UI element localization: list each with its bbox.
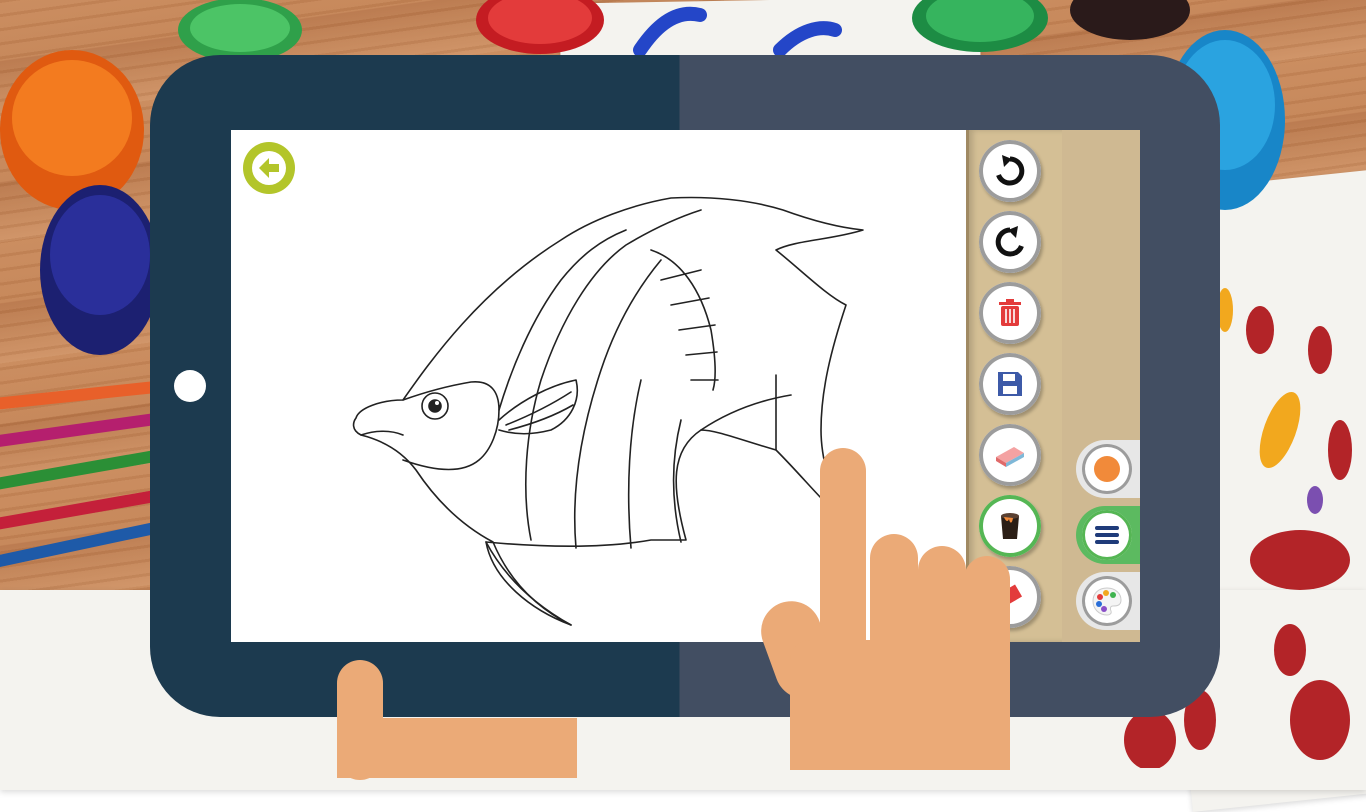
palette-circle bbox=[1082, 576, 1132, 626]
arrow-left-icon bbox=[252, 151, 286, 185]
redo-button[interactable] bbox=[979, 211, 1041, 273]
redo-icon bbox=[995, 226, 1024, 257]
back-button[interactable] bbox=[243, 142, 295, 194]
palette-icon bbox=[1092, 587, 1122, 616]
current-color-tab[interactable] bbox=[1076, 440, 1140, 498]
undo-icon bbox=[996, 155, 1025, 186]
hamburger-menu-icon bbox=[1095, 526, 1119, 544]
palette-tab[interactable] bbox=[1076, 572, 1140, 630]
menu-tab[interactable] bbox=[1076, 506, 1140, 564]
eraser-button[interactable] bbox=[979, 424, 1041, 486]
current-color-swatch bbox=[1082, 444, 1132, 494]
background-scene bbox=[0, 0, 1366, 812]
delete-button[interactable] bbox=[979, 282, 1041, 344]
trash-icon bbox=[999, 299, 1021, 326]
color-dot-icon bbox=[1094, 456, 1120, 482]
undo-button[interactable] bbox=[979, 140, 1041, 202]
save-button[interactable] bbox=[979, 353, 1041, 415]
menu-circle bbox=[1082, 510, 1132, 560]
eraser-icon bbox=[996, 447, 1024, 467]
floppy-disk-icon bbox=[998, 372, 1022, 396]
paint-bucket-icon bbox=[1001, 513, 1019, 539]
paint-bucket-button[interactable] bbox=[979, 495, 1041, 557]
tablet-home-button[interactable] bbox=[174, 370, 206, 402]
side-panel bbox=[1062, 130, 1140, 642]
